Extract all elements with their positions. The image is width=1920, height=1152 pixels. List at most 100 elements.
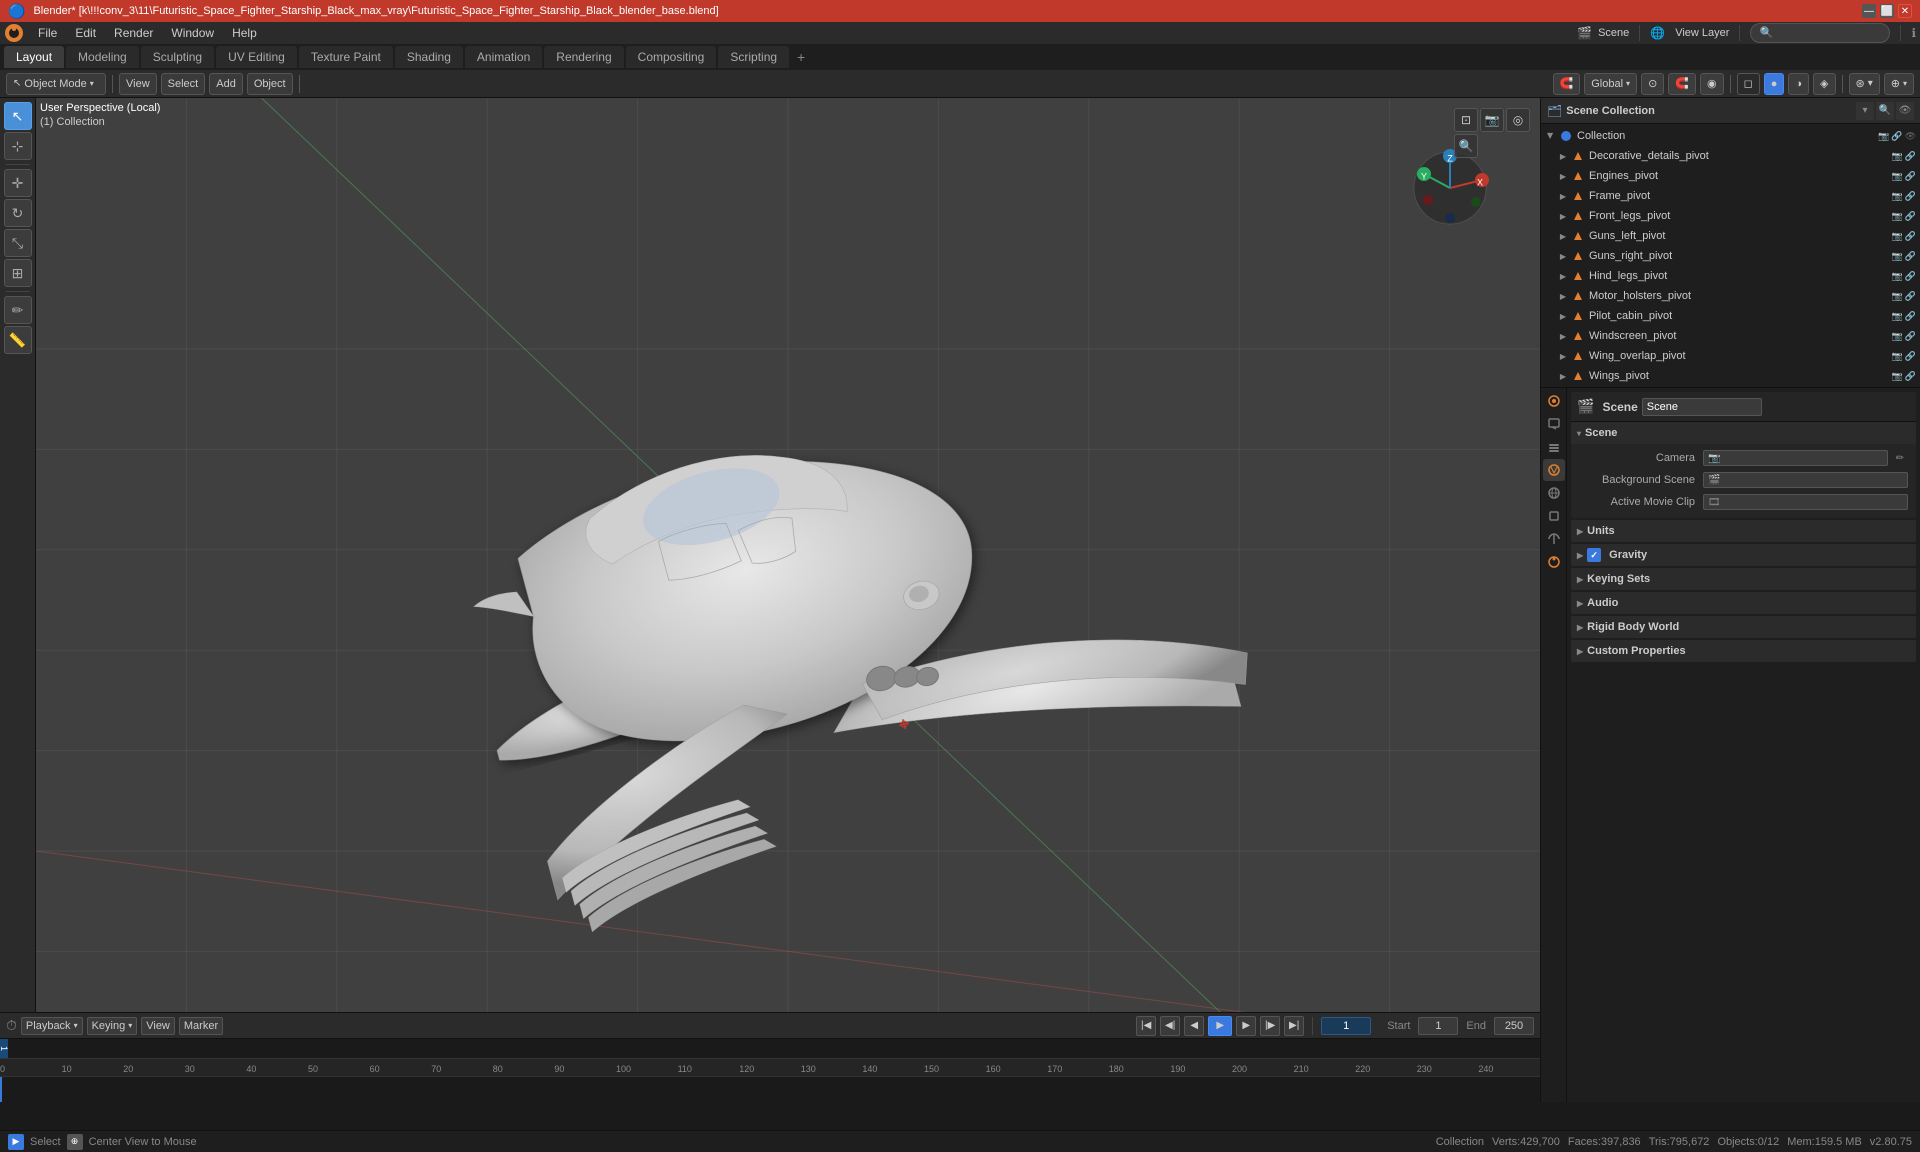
outliner-item-11[interactable]: ▶ Wings_pivot 📷 🔗 [1541, 366, 1920, 386]
outliner-item-5[interactable]: ▶ Guns_right_pivot 📷 🔗 [1541, 246, 1920, 266]
collection-visible-icon[interactable]: 👁 [1905, 131, 1916, 142]
tab-scripting[interactable]: Scripting [718, 46, 789, 68]
scene-section-header[interactable]: ▾ Scene [1571, 422, 1916, 444]
outliner-item-0[interactable]: ▶ Decorative_details_pivot 📷 🔗 [1541, 146, 1920, 166]
prop-icon-render[interactable] [1543, 390, 1565, 412]
collection-link-icon[interactable]: 🔗 [1891, 131, 1902, 142]
scale-tool-button[interactable]: ⤡ [4, 229, 32, 257]
blender-logo[interactable] [4, 23, 24, 43]
item-5-arrow[interactable]: ▶ [1557, 250, 1569, 262]
audio-section-header[interactable]: ▶ Audio [1571, 592, 1916, 614]
prop-icon-view-layer[interactable] [1543, 436, 1565, 458]
item-1-arrow[interactable]: ▶ [1557, 170, 1569, 182]
keying-dropdown[interactable]: Keying ▾ [87, 1017, 138, 1035]
outliner-item-9[interactable]: ▶ Windscreen_pivot 📷 🔗 [1541, 326, 1920, 346]
start-frame-input[interactable] [1418, 1017, 1458, 1035]
item-7-link-icon[interactable]: 🔗 [1905, 291, 1916, 302]
bg-scene-value[interactable]: 🎬 [1703, 472, 1908, 488]
prop-icon-output[interactable] [1543, 413, 1565, 435]
item-3-link-icon[interactable]: 🔗 [1905, 211, 1916, 222]
next-keyframe-btn[interactable]: |▶ [1260, 1016, 1280, 1036]
item-3-cam-icon[interactable]: 📷 [1892, 211, 1903, 222]
add-workspace-button[interactable]: + [791, 47, 811, 67]
outliner-item-7[interactable]: ▶ Motor_holsters_pivot 📷 🔗 [1541, 286, 1920, 306]
gravity-checkbox[interactable]: ✓ [1587, 548, 1601, 562]
prop-icon-physics[interactable] [1543, 551, 1565, 573]
outliner-item-1[interactable]: ▶ Engines_pivot 📷 🔗 [1541, 166, 1920, 186]
menu-help[interactable]: Help [224, 24, 265, 42]
gizmo-btn[interactable]: ⊕ ▾ [1884, 73, 1914, 95]
view-persp-btn[interactable]: ⊡ [1454, 108, 1478, 132]
menu-render[interactable]: Render [106, 24, 161, 42]
scene-name-input[interactable] [1642, 398, 1762, 416]
menu-window[interactable]: Window [163, 24, 222, 42]
prev-keyframe-btn[interactable]: ◀| [1160, 1016, 1180, 1036]
item-6-cam-icon[interactable]: 📷 [1892, 271, 1903, 282]
add-menu-btn[interactable]: Add [209, 73, 243, 95]
prop-icon-modifier[interactable] [1543, 528, 1565, 550]
tab-rendering[interactable]: Rendering [544, 46, 623, 68]
snap-toggle[interactable]: 🧲 [1553, 73, 1581, 95]
rotate-tool-button[interactable]: ↻ [4, 199, 32, 227]
outliner-item-3[interactable]: ▶ Front_legs_pivot 📷 🔗 [1541, 206, 1920, 226]
3d-viewport[interactable]: User Perspective (Local) (1) Collection … [36, 98, 1540, 1102]
transform-origin-btn[interactable]: Global ▾ [1584, 73, 1637, 95]
jump-start-btn[interactable]: |◀ [1136, 1016, 1156, 1036]
item-3-arrow[interactable]: ▶ [1557, 210, 1569, 222]
prop-icon-scene[interactable] [1543, 459, 1565, 481]
view-zoom-btn[interactable]: 🔍 [1454, 134, 1478, 158]
item-10-link-icon[interactable]: 🔗 [1905, 351, 1916, 362]
item-7-cam-icon[interactable]: 📷 [1892, 291, 1903, 302]
item-5-link-icon[interactable]: 🔗 [1905, 251, 1916, 262]
view-menu-btn[interactable]: View [119, 73, 157, 95]
outliner-item-8[interactable]: ▶ Pilot_cabin_pivot 📷 🔗 [1541, 306, 1920, 326]
mode-dropdown[interactable]: ↖ Object Mode ▾ [6, 73, 106, 95]
menu-edit[interactable]: Edit [67, 24, 104, 42]
item-2-link-icon[interactable]: 🔗 [1905, 191, 1916, 202]
shading-wireframe-btn[interactable]: ◻ [1737, 73, 1760, 95]
playback-dropdown[interactable]: Playback ▾ [21, 1017, 83, 1035]
annotate-tool-button[interactable]: ✏ [4, 296, 32, 324]
view-local-btn[interactable]: ◎ [1506, 108, 1530, 132]
item-4-link-icon[interactable]: 🔗 [1905, 231, 1916, 242]
marker-dropdown[interactable]: Marker [179, 1017, 223, 1035]
current-frame-input[interactable] [1321, 1017, 1371, 1035]
select-tool-button[interactable]: ↖ [4, 102, 32, 130]
outliner-search-icon[interactable]: 🔍 [1876, 102, 1894, 120]
shading-rendered-btn[interactable]: ◈ [1813, 73, 1835, 95]
collection-expand-arrow[interactable]: ▶ [1545, 130, 1557, 142]
item-0-cam-icon[interactable]: 📷 [1892, 151, 1903, 162]
item-8-arrow[interactable]: ▶ [1557, 310, 1569, 322]
item-6-link-icon[interactable]: 🔗 [1905, 271, 1916, 282]
tab-compositing[interactable]: Compositing [626, 46, 717, 68]
outliner-item-2[interactable]: ▶ Frame_pivot 📷 🔗 [1541, 186, 1920, 206]
maximize-button[interactable]: ⬜ [1880, 4, 1894, 18]
outliner-visibility-icon[interactable]: 👁 [1896, 102, 1914, 120]
item-7-arrow[interactable]: ▶ [1557, 290, 1569, 302]
outliner-item-collection[interactable]: ▶ Collection 📷 🔗 👁 [1541, 126, 1920, 146]
camera-prop-value[interactable]: 📷 [1703, 450, 1888, 466]
view-dropdown[interactable]: View [141, 1017, 175, 1035]
outliner-item-10[interactable]: ▶ Wing_overlap_pivot 📷 🔗 [1541, 346, 1920, 366]
jump-end-btn[interactable]: ▶| [1284, 1016, 1304, 1036]
units-section-header[interactable]: ▶ Units [1571, 520, 1916, 542]
select-menu-btn[interactable]: Select [161, 73, 206, 95]
view-camera-btn[interactable]: 📷 [1480, 108, 1504, 132]
item-0-arrow[interactable]: ▶ [1557, 150, 1569, 162]
item-4-arrow[interactable]: ▶ [1557, 230, 1569, 242]
next-frame-btn[interactable]: ▶ [1236, 1016, 1256, 1036]
transform-tool-button[interactable]: ⊞ [4, 259, 32, 287]
item-1-link-icon[interactable]: 🔗 [1905, 171, 1916, 182]
rigid-body-header[interactable]: ▶ Rigid Body World [1571, 616, 1916, 638]
tab-layout[interactable]: Layout [4, 46, 64, 68]
item-2-cam-icon[interactable]: 📷 [1892, 191, 1903, 202]
item-5-cam-icon[interactable]: 📷 [1892, 251, 1903, 262]
item-8-link-icon[interactable]: 🔗 [1905, 311, 1916, 322]
movie-clip-value[interactable]: 🎞 [1703, 494, 1908, 510]
item-0-link-icon[interactable]: 🔗 [1905, 151, 1916, 162]
keying-sets-header[interactable]: ▶ Keying Sets [1571, 568, 1916, 590]
item-1-cam-icon[interactable]: 📷 [1892, 171, 1903, 182]
measure-tool-button[interactable]: 📏 [4, 326, 32, 354]
tab-shading[interactable]: Shading [395, 46, 463, 68]
custom-props-header[interactable]: ▶ Custom Properties [1571, 640, 1916, 662]
